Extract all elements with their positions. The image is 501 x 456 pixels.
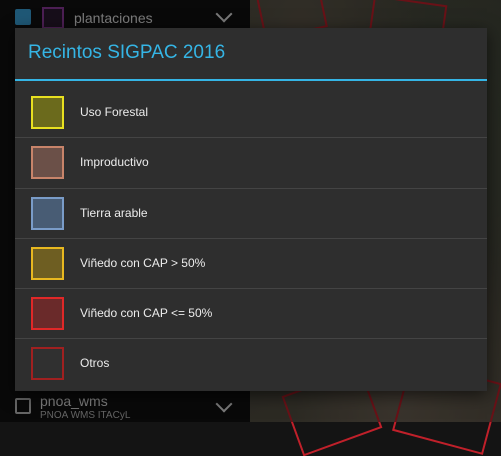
legend-item: Viñedo con CAP <= 50% (15, 289, 487, 340)
title-divider (15, 79, 487, 81)
legend-item: Otros (15, 339, 487, 388)
legend-swatch (31, 347, 64, 381)
legend-list: Uso Forestal Improductivo Tierra arable Viñ… (15, 88, 487, 389)
legend-swatch (31, 297, 64, 331)
dialog-title: Recintos SIGPAC 2016 (28, 42, 226, 63)
legend-label: Viñedo con CAP <= 50% (80, 306, 213, 321)
legend-swatch (31, 196, 64, 230)
legend-swatch (31, 96, 64, 129)
legend-label: Viñedo con CAP > 50% (80, 255, 206, 270)
legend-item: Viñedo con CAP > 50% (15, 239, 487, 290)
legend-swatch (31, 146, 64, 180)
legend-dialog: Recintos SIGPAC 2016 Uso Forestal Improdu… (15, 28, 487, 391)
legend-label: Tierra arable (80, 205, 148, 220)
legend-label: Otros (80, 356, 110, 371)
legend-item: Uso Forestal (15, 88, 487, 139)
legend-swatch (31, 246, 64, 280)
legend-label: Improductivo (80, 155, 149, 170)
legend-label: Uso Forestal (80, 105, 149, 119)
legend-item: Improductivo (15, 138, 487, 189)
legend-item: Tierra arable (15, 189, 487, 239)
